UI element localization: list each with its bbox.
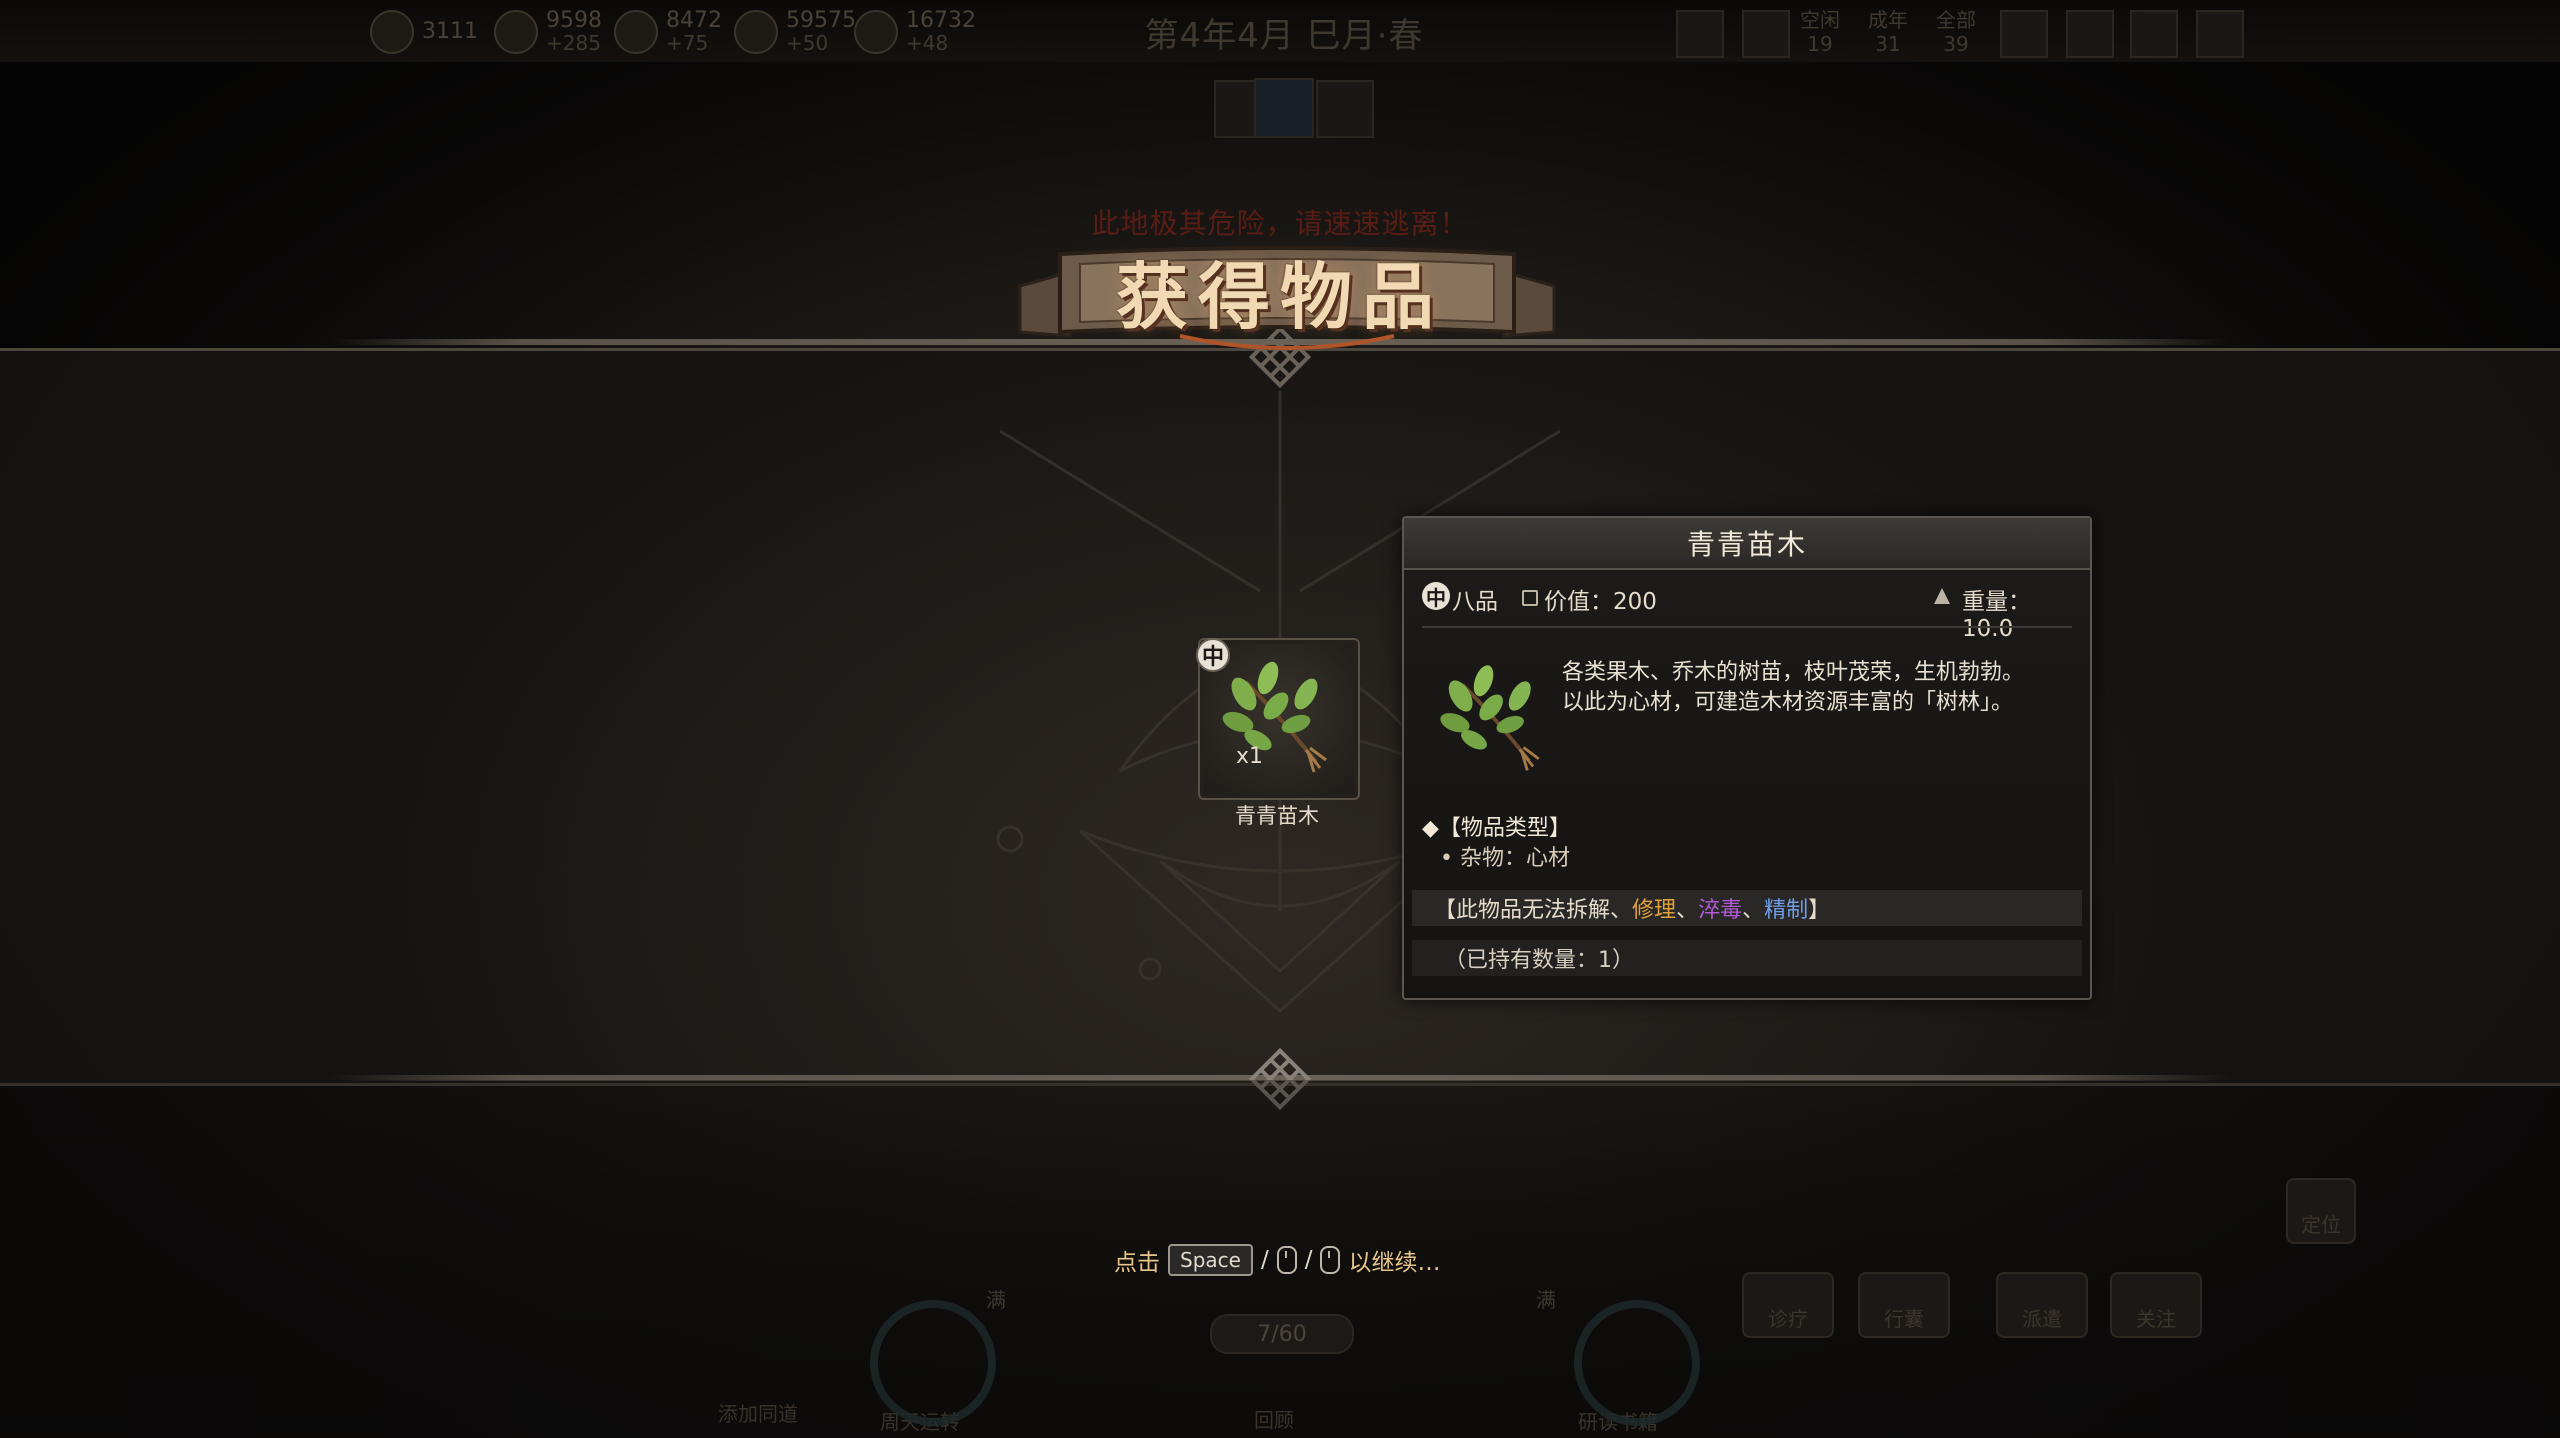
dispatch-button: 派遣 [1996,1272,2088,1338]
resource-value: 3111 [422,19,478,44]
resource-icon [614,10,658,54]
locate-button: 定位 [2286,1178,2356,1244]
resource-delta: +75 [666,31,709,55]
date-label: 第4年4月 巳月·春 [1144,16,1424,56]
hint-slash: / [1260,1247,1269,1273]
diamond-icon [1316,80,1374,138]
follow-label: 关注 [2136,1307,2176,1331]
right-mouse-icon [1320,1246,1341,1274]
restriction-sep: 、 [1742,898,1765,923]
restriction-suffix: 】 [1808,898,1831,923]
resource-item: 59575 +50 [734,10,856,54]
item-grade-badge: 中 [1196,638,1230,672]
resource-value: 16732 [906,8,976,33]
review-label: 回顾 [1254,1408,1294,1432]
tooltip-title: 青青苗木 [1404,518,2090,570]
count-label: 成年 [1868,8,1908,32]
item-name: 青青苗木 [1235,804,1319,828]
moon-icon [1254,78,1314,138]
count-all: 全部 39 [1936,8,1976,56]
tooltip-stats-row: 中 八品 价值：200 重量：10.0 [1422,582,2072,642]
resource-icon [494,10,538,54]
value-icon [1522,590,1538,606]
description-line: 以此为心材，可建造木材资源丰富的「树林」。 [1562,690,2014,715]
count-value: 39 [1943,32,1969,56]
owned-count: （已持有数量：1） [1412,940,2082,976]
count-value: 31 [1875,32,1901,56]
count-label: 空闲 [1800,8,1840,32]
full-mark: 满 [986,1288,1006,1312]
restriction-sep: 、 [1676,898,1699,923]
restriction-row: 【此物品无法 拆解 、 修理 、 淬毒 、 精制 】 [1412,890,2082,926]
sapling-icon [1440,665,1540,771]
menu-icon [2000,10,2048,58]
continue-hint[interactable]: 点击 Space / / 以继续… [1114,1242,1440,1278]
heal-label: 诊疗 [1768,1307,1808,1331]
resource-item: 9598 +285 [494,10,602,54]
meditate-ring [870,1300,996,1426]
study-ring [1574,1300,1700,1426]
restriction-refine: 精制 [1764,898,1809,923]
follow-button: 关注 [2110,1272,2202,1338]
hint-prefix: 点击 [1114,1250,1160,1276]
sapling-icon [1222,661,1327,773]
resource-item: 16732 +48 [854,10,976,54]
count-adult: 成年 31 [1868,8,1908,56]
menu-icon [2066,10,2114,58]
restriction-sep: 、 [1610,898,1633,923]
menu-icon [1676,10,1724,58]
menu-icon [2130,10,2178,58]
resource-delta: +285 [546,31,601,55]
population-counts: 空闲 19 成年 31 全部 39 [1800,8,1976,56]
resource-value: 59575 [786,8,856,33]
resource-item: 8472 +75 [614,10,722,54]
resource-icon [854,10,898,54]
space-key-icon: Space [1168,1244,1253,1276]
hint-suffix: 以继续… [1348,1250,1441,1276]
locate-label: 定位 [2301,1213,2341,1237]
resource-icon [370,10,414,54]
count-value: 19 [1807,32,1833,56]
item-type-value: • 杂物：心材 [1440,846,1570,871]
restriction-prefix: 【此物品无法 [1434,898,1567,923]
item-weight: 重量：10.0 [1962,589,2031,642]
divider [1422,626,2072,628]
menu-icon [2196,10,2244,58]
item-grade: 八品 [1452,589,1498,615]
bag-label: 行囊 [1884,1307,1924,1331]
item-description: 各类果木、乔木的树苗，枝叶茂荣，生机勃勃。 以此为心材，可建造木材资源丰富的「树… [1562,658,2072,728]
grade-icon: 中 [1422,582,1450,610]
weight-icon [1934,588,1950,604]
item-value: 价值：200 [1544,589,1657,615]
count-label: 全部 [1936,8,1976,32]
left-mouse-icon [1276,1246,1297,1274]
description-line: 各类果木、乔木的树苗，枝叶茂荣，生机勃勃。 [1562,660,2025,685]
hint-slash: / [1304,1247,1313,1273]
item-type-heading: ◆【物品类型】 [1422,816,1571,841]
resource-delta: +48 [906,31,949,55]
item-tooltip: 青青苗木 中 八品 价值：200 重量：10.0 各类果木、乔木的树苗，枝叶茂荣… [1402,516,2092,1000]
restriction-dismantle: 拆解 [1566,898,1611,923]
capacity-counter: 7/60 [1210,1314,1354,1354]
menu-icon [1742,10,1790,58]
restriction-poison: 淬毒 [1698,898,1743,923]
heal-button: 诊疗 [1742,1272,1834,1338]
panel-title: 获得物品 [1115,254,1444,339]
resource-item: 3111 [370,10,478,54]
count-idle: 空闲 19 [1800,8,1840,56]
resource-value: 9598 [546,8,602,33]
resource-value: 8472 [666,8,722,33]
add-companion-label: 添加同道 [718,1402,798,1426]
dispatch-label: 派遣 [2022,1307,2062,1331]
item-quantity: x1 [1236,744,1264,769]
bag-button: 行囊 [1858,1272,1950,1338]
resource-icon [734,10,778,54]
full-mark: 满 [1536,1288,1556,1312]
restriction-repair: 修理 [1632,898,1677,923]
resource-delta: +50 [786,31,829,55]
